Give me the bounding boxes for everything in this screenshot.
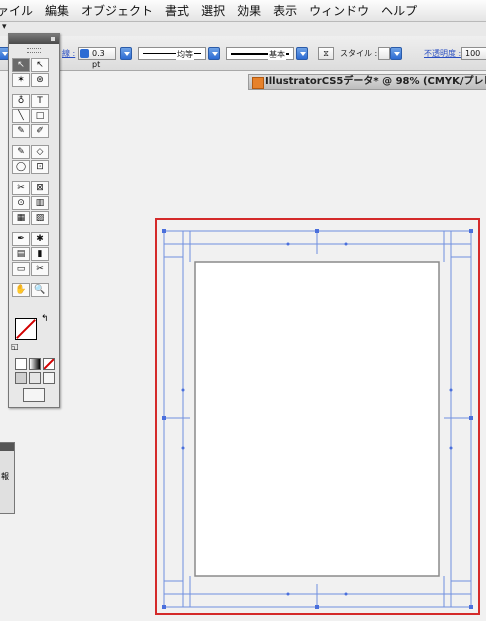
register-mark-bottom bbox=[288, 584, 346, 607]
crop-mark-tl bbox=[164, 231, 195, 262]
crop-mark-br bbox=[440, 576, 471, 607]
register-mark-top bbox=[288, 231, 346, 254]
register-mark-left bbox=[164, 390, 190, 448]
crop-mark-tr bbox=[440, 231, 471, 262]
register-mark-right bbox=[444, 390, 471, 448]
crop-mark-bl bbox=[164, 576, 195, 607]
artwork bbox=[162, 229, 473, 609]
content-frame[interactable] bbox=[194, 261, 440, 577]
